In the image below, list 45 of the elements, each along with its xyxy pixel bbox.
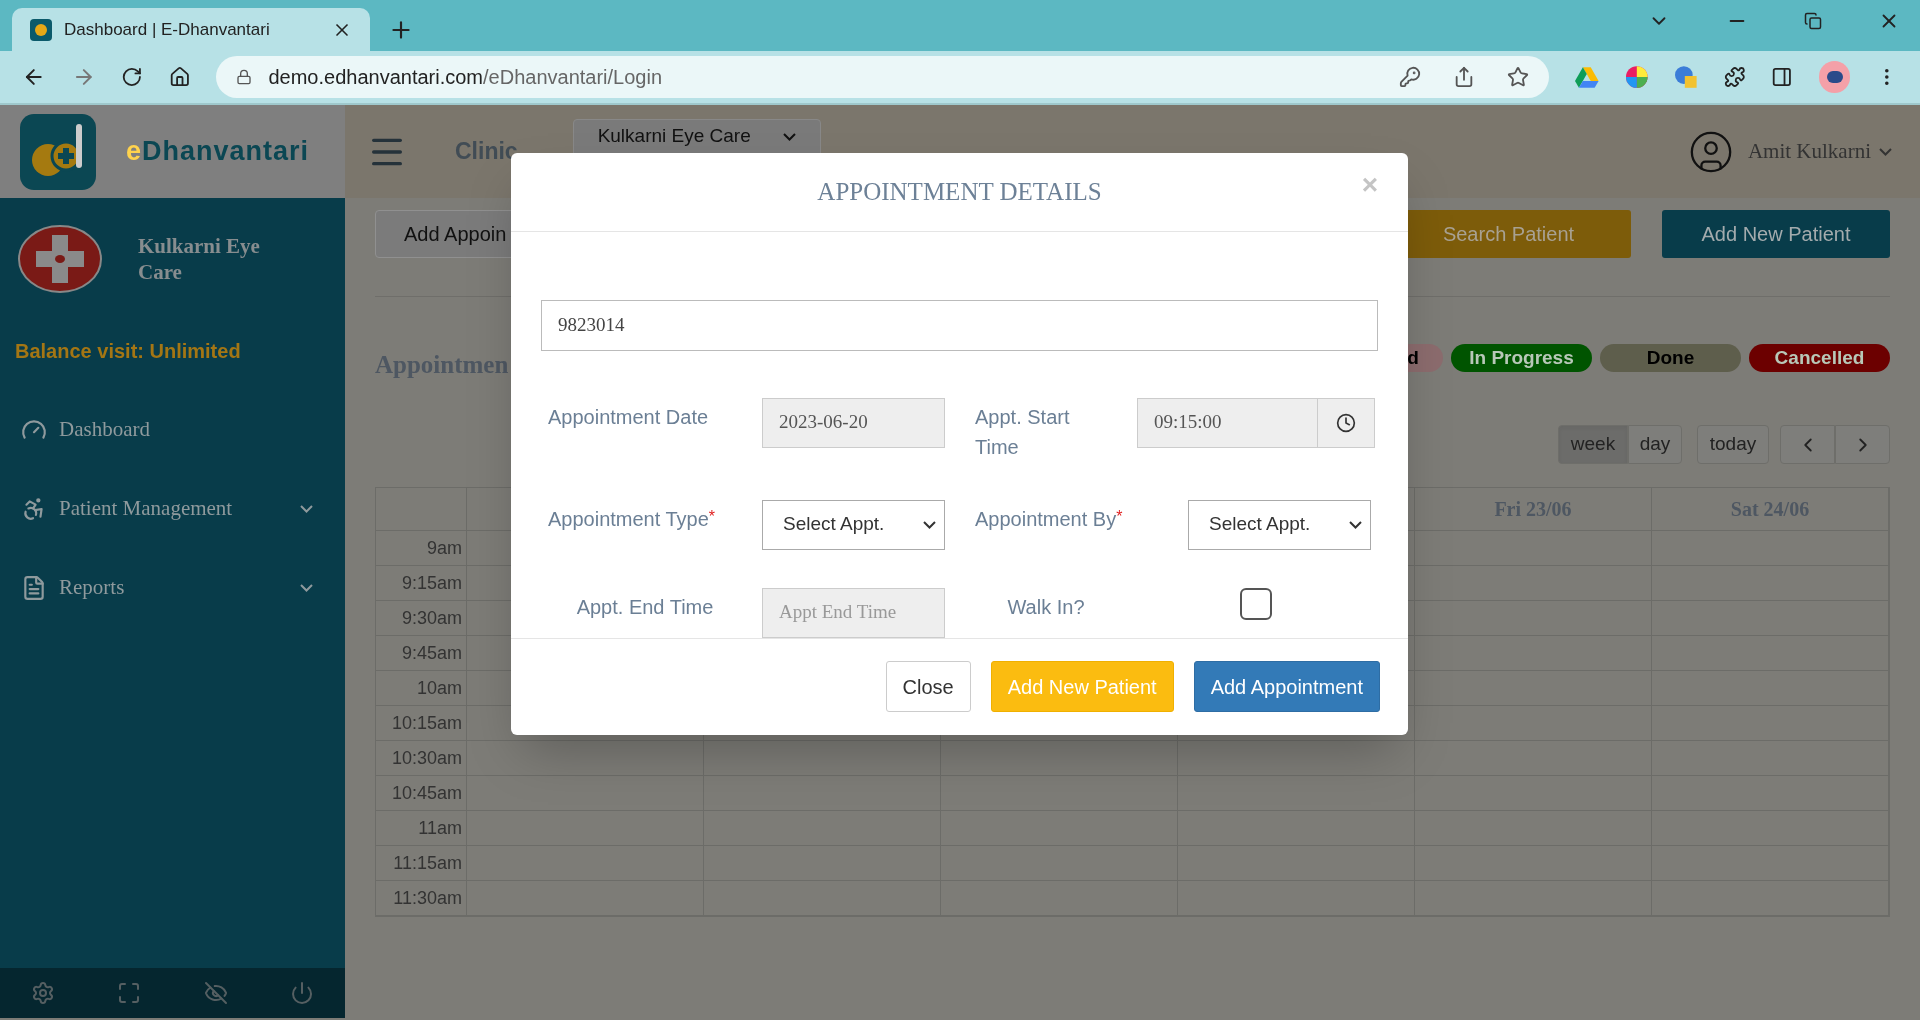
- time-label: 10:15am: [376, 706, 467, 741]
- tab-title: Dashboard | E-Dhanvantari: [64, 18, 271, 41]
- time-label: 11am: [376, 811, 467, 846]
- status-badge: Done: [1600, 344, 1741, 372]
- dialog-button[interactable]: Add Appointment: [1193, 661, 1380, 713]
- field-label: Walk In?: [1006, 594, 1086, 620]
- address-bar[interactable]: demo.edhanvantari.com/eDhanvantari/Login: [216, 56, 1549, 98]
- sidebar-item[interactable]: Patient Management: [0, 469, 345, 548]
- status-badge: Cancelled: [1749, 344, 1890, 372]
- field-label: Appointment Date: [548, 404, 710, 430]
- time-label: 10am: [376, 671, 467, 706]
- url-text: demo.edhanvantari.com/eDhanvantari/Login: [268, 65, 664, 90]
- brand-name: eDhanvantari: [126, 135, 310, 169]
- time-label: 9am: [376, 531, 467, 566]
- time-label: 10:30am: [376, 741, 467, 776]
- field-label: Appointment Type$^{*}$: [548, 506, 717, 532]
- sidebar-item[interactable]: Dashboard: [0, 390, 345, 469]
- balance-text: Balance visit: Unlimited: [14, 339, 242, 364]
- time-label: 9:30am: [376, 601, 467, 636]
- sidebar-item[interactable]: Reports: [0, 548, 345, 627]
- time-label: 9:45am: [376, 636, 467, 671]
- browser-tab[interactable]: Dashboard | E-Dhanvantari: [12, 8, 370, 51]
- status-badge: In Progress: [1451, 344, 1592, 372]
- add-new-patient-button[interactable]: Add New Patient: [1662, 210, 1890, 258]
- time-label: 11:15am: [376, 846, 467, 881]
- clinic-name: Kulkarni Eye Care: [138, 233, 261, 285]
- time-field[interactable]: 09:15:00: [1137, 397, 1375, 448]
- view-button[interactable]: day: [1628, 425, 1682, 464]
- dialog-title: APPOINTMENT DETAILS: [817, 177, 1102, 208]
- clinic-label: Clinic: [455, 137, 518, 167]
- time-label: 9:15am: [376, 566, 467, 601]
- time-label: 11:30am: [376, 881, 467, 916]
- field-label: Appt. End Time: [575, 594, 715, 620]
- time-label: 10:45am: [376, 776, 467, 811]
- read-only-field[interactable]: Appt End Time: [762, 587, 945, 638]
- view-button[interactable]: week: [1558, 425, 1628, 464]
- user-name[interactable]: Amit Kulkarni: [1747, 135, 1871, 168]
- select-field[interactable]: Select Appt.: [1188, 499, 1371, 550]
- field-label: Appt. Start Time: [975, 404, 1071, 460]
- dialog-button[interactable]: Close: [885, 661, 971, 713]
- field-label: Appointment By$^{*}$: [975, 506, 1124, 532]
- select-field[interactable]: Select Appt.: [762, 499, 945, 550]
- patient-field[interactable]: 9823014: [541, 299, 1378, 351]
- today-button[interactable]: today: [1697, 425, 1769, 464]
- read-only-field[interactable]: 2023-06-20: [762, 397, 945, 448]
